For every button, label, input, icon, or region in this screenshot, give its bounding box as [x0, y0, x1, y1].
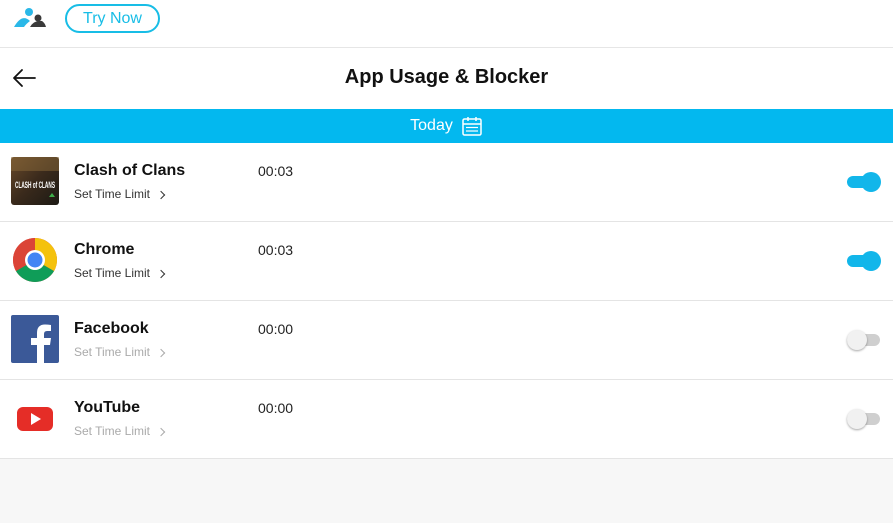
toggle-knob [847, 409, 867, 429]
usage-time: 00:00 [258, 321, 294, 337]
date-selector[interactable]: Today [0, 109, 893, 143]
block-toggle[interactable] [847, 330, 880, 350]
chrome-icon [13, 238, 57, 282]
chevron-right-icon [156, 190, 166, 199]
app-name: Clash of Clans [74, 162, 186, 179]
set-time-limit-label: Set Time Limit [74, 187, 151, 201]
app-row-chrome: Chrome Set Time Limit 00:03 [0, 222, 893, 301]
set-time-limit-label: Set Time Limit [74, 424, 151, 438]
set-time-limit-link[interactable]: Set Time Limit [74, 345, 166, 359]
app-row-facebook: Facebook Set Time Limit 00:00 [0, 301, 893, 380]
chevron-right-icon [156, 348, 166, 357]
toggle-knob [847, 330, 867, 350]
app-name: Facebook [74, 320, 149, 337]
block-toggle[interactable] [847, 409, 880, 429]
usage-time: 00:03 [258, 242, 294, 258]
set-time-limit-label: Set Time Limit [74, 345, 151, 359]
youtube-icon [17, 407, 53, 431]
page-title: App Usage & Blocker [344, 66, 549, 88]
app-list: CLASH of CLANS Clash of Clans Set Time L… [0, 143, 893, 459]
chevron-right-icon [156, 427, 166, 436]
date-label: Today [410, 117, 453, 134]
app-row-clash-of-clans: CLASH of CLANS Clash of Clans Set Time L… [0, 143, 893, 222]
app-name: YouTube [74, 399, 141, 416]
block-toggle[interactable] [847, 251, 881, 271]
top-bar: Try Now [0, 0, 893, 48]
app-row-youtube: YouTube Set Time Limit 00:00 [0, 380, 893, 459]
toggle-knob [861, 251, 881, 271]
usage-time: 00:00 [258, 400, 294, 416]
usage-time: 00:03 [258, 163, 294, 179]
set-time-limit-link[interactable]: Set Time Limit [74, 266, 166, 280]
try-now-button[interactable]: Try Now [65, 4, 160, 33]
app-name: Chrome [74, 241, 135, 258]
set-time-limit-link[interactable]: Set Time Limit [74, 424, 166, 438]
set-time-limit-label: Set Time Limit [74, 266, 151, 280]
clash-icon-text: CLASH of CLANS [15, 180, 55, 190]
set-time-limit-link[interactable]: Set Time Limit [74, 187, 166, 201]
page-header: App Usage & Blocker [0, 48, 893, 109]
block-toggle[interactable] [847, 172, 881, 192]
brand-logo-icon[interactable] [12, 7, 48, 29]
clash-of-clans-icon: CLASH of CLANS [11, 157, 59, 205]
chevron-right-icon [156, 269, 166, 278]
calendar-icon[interactable] [461, 116, 483, 136]
facebook-icon [11, 315, 59, 363]
toggle-knob [861, 172, 881, 192]
